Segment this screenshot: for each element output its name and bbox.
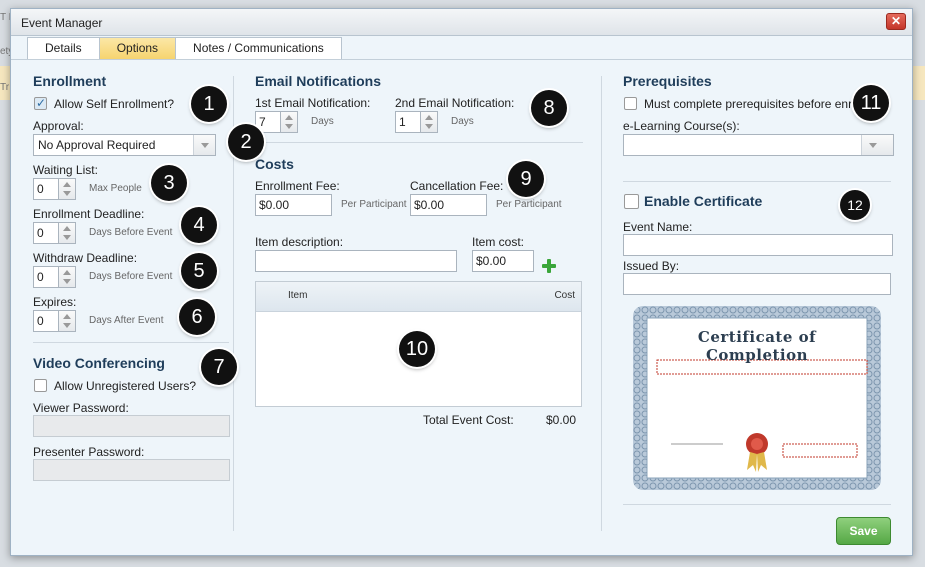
section-divider [255,142,583,143]
approval-select[interactable]: No Approval Required [33,134,216,156]
approval-value: No Approval Required [38,138,156,152]
first-email-unit: Days [311,116,334,127]
event-manager-dialog: Event Manager ✕ Details Options Notes / … [10,8,913,556]
withdraw-deadline-unit: Days Before Event [89,271,173,282]
chevron-down-icon [193,135,215,155]
allow-self-enrollment-label: Allow Self Enrollment? [54,97,175,111]
callout-badge-2: 2 [228,124,264,160]
stepper-arrows-icon[interactable] [420,111,438,133]
callout-badge-11: 11 [853,85,889,121]
cancellation-fee-input[interactable]: $0.00 [410,194,487,216]
stepper-arrows-icon[interactable] [58,178,76,200]
withdraw-deadline-label: Withdraw Deadline: [33,251,138,265]
allow-self-enrollment-checkbox[interactable] [34,96,47,110]
issued-by-label: Issued By: [623,259,680,273]
callout-badge-9: 9 [508,161,544,197]
callout-badge-7: 7 [201,349,237,385]
stepper-arrows-icon[interactable] [58,222,76,244]
tab-options[interactable]: Options [98,37,177,59]
stepper-arrows-icon[interactable] [58,310,76,332]
total-event-cost-label: Total Event Cost: [423,413,514,427]
callout-badge-6: 6 [179,299,215,335]
close-icon: ✕ [890,14,902,28]
must-complete-prerequisites-label: Must complete prerequisites before enr [644,97,853,111]
waiting-list-input[interactable]: 0 [33,178,59,200]
background-text: Tr [0,82,10,93]
tab-bar: Details Options Notes / Communications [27,37,342,59]
item-description-label: Item description: [255,235,344,249]
withdraw-deadline-input[interactable]: 0 [33,266,59,288]
callout-badge-8: 8 [531,90,567,126]
tab-notes-communications[interactable]: Notes / Communications [175,37,342,59]
section-divider [623,181,891,182]
certificate-preview: Certificate of Completion [633,306,881,490]
options-panel: Enrollment Allow Self Enrollment? Approv… [11,59,912,556]
callout-badge-3: 3 [151,165,187,201]
email-notifications-title: Email Notifications [255,73,382,89]
enrollment-title: Enrollment [33,73,107,89]
section-divider [33,342,229,343]
column-header-item: Item [288,290,308,301]
first-email-label: 1st Email Notification: [255,96,371,110]
waiting-list-unit: Max People [89,183,142,194]
callout-badge-10: 10 [399,331,435,367]
allow-unregistered-checkbox[interactable] [34,379,47,392]
enrollment-deadline-input[interactable]: 0 [33,222,59,244]
elearning-courses-label: e-Learning Course(s): [623,119,740,133]
callout-badge-1: 1 [191,86,227,122]
callout-badge-4: 4 [181,207,217,243]
window-title: Event Manager [21,16,103,30]
must-complete-prerequisites-checkbox[interactable] [624,97,637,110]
stepper-arrows-icon[interactable] [280,111,298,133]
event-name-field[interactable] [623,234,893,256]
column-divider [601,76,602,531]
presenter-password-label: Presenter Password: [33,445,145,459]
waiting-list-label: Waiting List: [33,163,98,177]
enable-certificate-checkbox[interactable] [624,194,639,209]
prerequisites-title: Prerequisites [623,73,712,89]
enable-certificate-label: Enable Certificate [644,193,763,209]
item-cost-label: Item cost: [472,235,525,249]
cancellation-fee-unit: Per Participant [496,199,562,210]
chevron-down-icon [861,135,893,155]
viewer-password-label: Viewer Password: [33,401,129,415]
callout-badge-5: 5 [181,253,217,289]
close-button[interactable]: ✕ [886,13,906,30]
costs-title: Costs [255,156,294,172]
item-cost-input[interactable]: $0.00 [472,250,534,272]
save-button[interactable]: Save [836,517,891,545]
second-email-input[interactable]: 1 [395,111,421,133]
section-divider [623,504,891,505]
presenter-password-field[interactable] [33,459,230,481]
callout-badge-12: 12 [840,190,870,220]
titlebar: Event Manager ✕ [11,9,912,36]
table-header: Item Cost [256,282,581,312]
allow-unregistered-label: Allow Unregistered Users? [54,379,197,393]
column-header-cost: Cost [554,290,575,301]
enrollment-fee-unit: Per Participant [341,199,407,210]
second-email-unit: Days [451,116,474,127]
enrollment-deadline-label: Enrollment Deadline: [33,207,145,221]
tab-details[interactable]: Details [27,37,100,59]
certificate-title: Certificate of Completion [697,328,817,364]
event-name-label: Event Name: [623,220,693,234]
total-event-cost-value: $0.00 [546,413,577,427]
cancellation-fee-label: Cancellation Fee: [410,179,504,193]
video-conferencing-title: Video Conferencing [33,355,165,371]
issued-by-field[interactable] [623,273,891,295]
expires-input[interactable]: 0 [33,310,59,332]
item-description-input[interactable] [255,250,457,272]
approval-label: Approval: [33,119,84,133]
stepper-arrows-icon[interactable] [58,266,76,288]
elearning-courses-select[interactable] [623,134,894,156]
viewer-password-field[interactable] [33,415,230,437]
expires-label: Expires: [33,295,77,309]
expires-unit: Days After Event [89,315,164,326]
second-email-label: 2nd Email Notification: [395,96,515,110]
enrollment-deadline-unit: Days Before Event [89,227,173,238]
enrollment-fee-input[interactable]: $0.00 [255,194,332,216]
enrollment-fee-label: Enrollment Fee: [255,179,340,193]
add-item-icon[interactable] [541,258,557,274]
